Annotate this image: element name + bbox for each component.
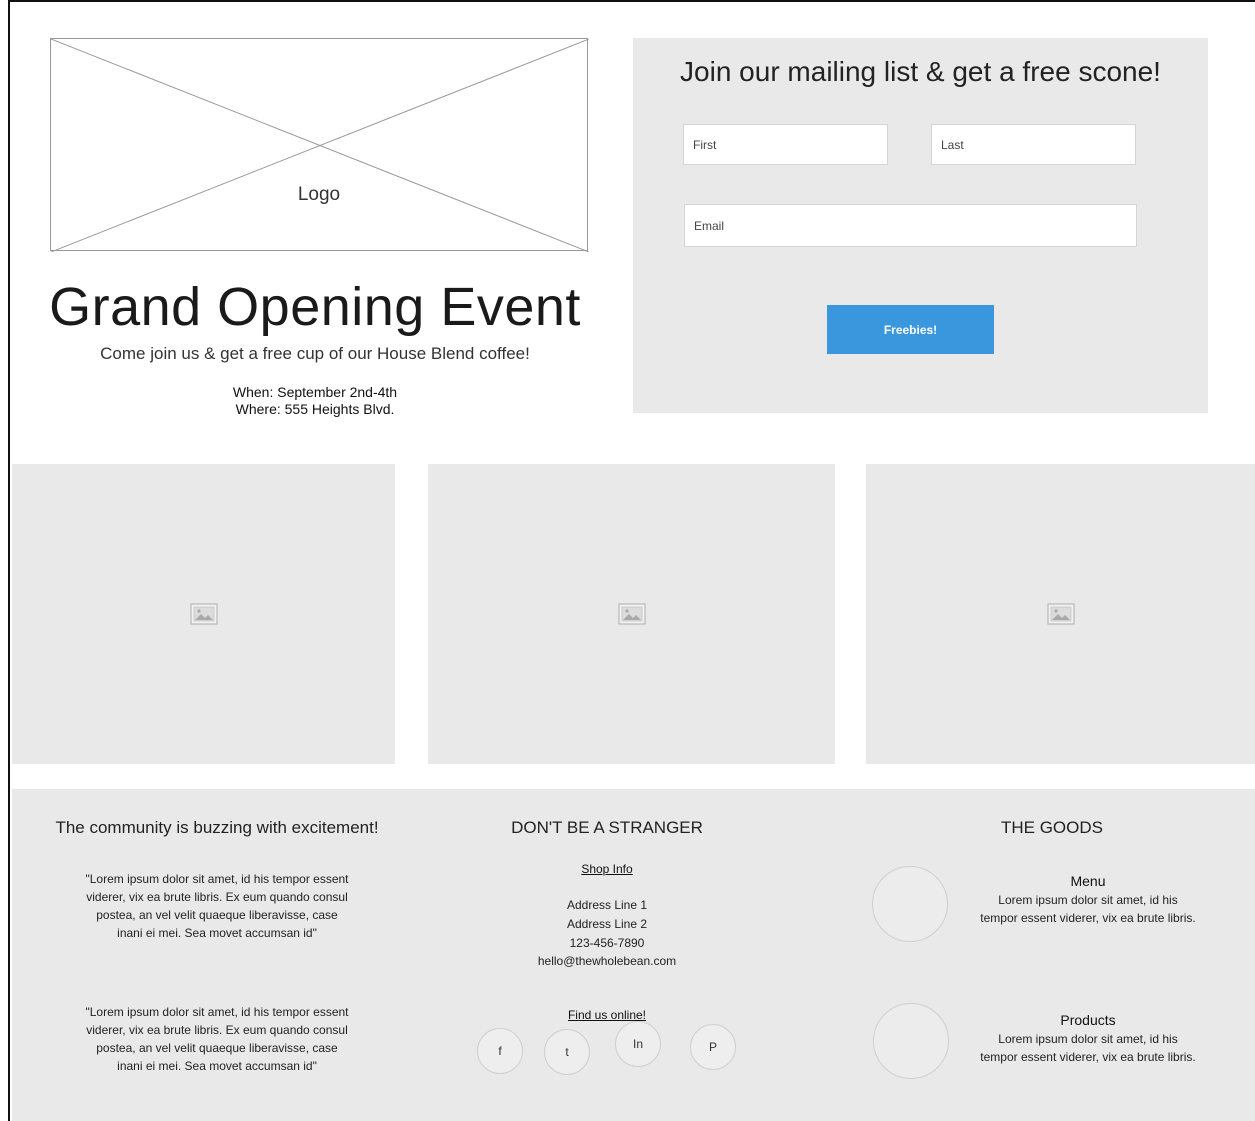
logo-placeholder: Logo: [50, 38, 589, 252]
logo-label: Logo: [297, 184, 341, 205]
mailing-list-title: Join our mailing list & get a free scone…: [680, 56, 1161, 87]
testimonials-heading: The community is buzzing with excitement…: [55, 818, 379, 837]
page-title: Grand Opening Event: [49, 277, 581, 337]
email-field[interactable]: [684, 204, 1137, 247]
hero-subtitle: Come join us & get a free cup of our Hou…: [100, 344, 530, 363]
address-line-1: Address Line 1: [566, 898, 648, 912]
last-name-field[interactable]: [931, 124, 1136, 165]
event-date: When: September 2nd-4th: [232, 384, 398, 400]
page-frame-top: [8, 0, 1255, 2]
facebook-icon[interactable]: f: [477, 1028, 523, 1074]
shop-info-link[interactable]: Shop Info: [532, 862, 682, 876]
email-address: hello@thewholebean.com: [537, 954, 677, 968]
products-title[interactable]: Products: [978, 1012, 1198, 1028]
address-line-2: Address Line 2: [566, 917, 648, 931]
event-location: Where: 555 Heights Blvd.: [235, 401, 395, 417]
gallery-image-2: [428, 464, 835, 764]
twitter-icon[interactable]: t: [544, 1029, 590, 1075]
logo-placeholder-cross: [51, 39, 589, 252]
pinterest-icon[interactable]: P: [690, 1024, 736, 1070]
menu-title[interactable]: Menu: [978, 873, 1198, 889]
testimonial-quote: "Lorem ipsum dolor sit amet, id his temp…: [85, 872, 349, 940]
freebies-button[interactable]: Freebies!: [827, 305, 994, 354]
mailing-list-panel: Join our mailing list & get a free scone…: [633, 38, 1208, 413]
image-placeholder-icon: [189, 603, 218, 625]
testimonial-quote: "Lorem ipsum dolor sit amet, id his temp…: [85, 1005, 349, 1073]
gallery-image-1: [12, 464, 395, 764]
menu-thumbnail[interactable]: [872, 866, 948, 942]
image-placeholder-icon: [617, 603, 646, 625]
menu-description: Lorem ipsum dolor sit amet, id his tempo…: [980, 893, 1196, 925]
first-name-field[interactable]: [683, 124, 888, 165]
phone-number: 123-456-7890: [569, 936, 645, 950]
goods-heading: THE GOODS: [1000, 818, 1103, 837]
page-frame-left: [8, 0, 10, 1121]
image-placeholder-icon: [1046, 603, 1075, 625]
products-description: Lorem ipsum dolor sit amet, id his tempo…: [980, 1032, 1196, 1064]
products-thumbnail[interactable]: [873, 1003, 949, 1079]
find-us-online-link[interactable]: Find us online!: [532, 1008, 682, 1022]
gallery-image-3: [866, 464, 1255, 764]
linkedin-icon[interactable]: In: [615, 1021, 661, 1067]
footer: The community is buzzing with excitement…: [12, 789, 1255, 1121]
contact-heading: DON'T BE A STRANGER: [511, 818, 703, 837]
